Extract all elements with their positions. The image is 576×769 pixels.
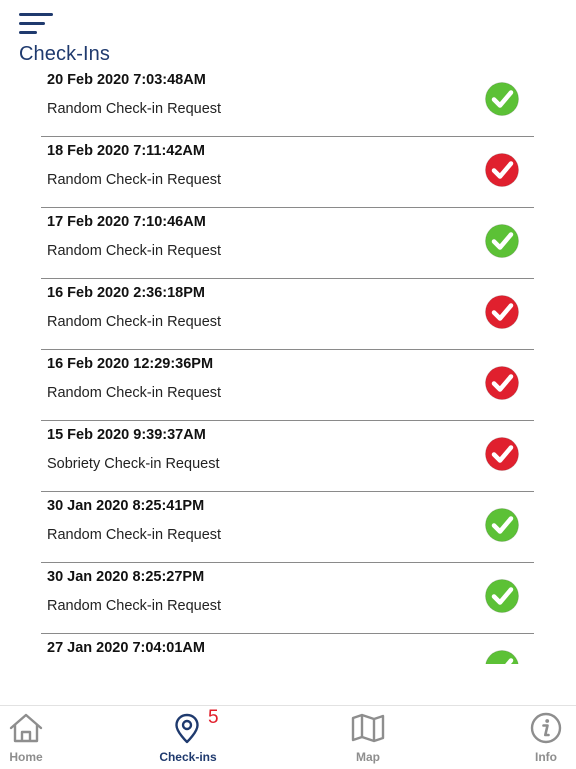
- tab-map[interactable]: Map: [318, 706, 418, 769]
- tab-check-ins-label: Check-ins: [159, 750, 217, 764]
- home-icon: [9, 713, 43, 743]
- checkin-datetime: 20 Feb 2020 7:03:48AM: [47, 72, 206, 88]
- checkin-row[interactable]: 27 Jan 2020 7:04:01AM: [41, 634, 534, 664]
- tab-info[interactable]: Info: [496, 706, 576, 769]
- tab-bar: Home Check-ins 5 Map Info: [0, 705, 576, 769]
- checkin-type: Random Check-in Request: [47, 527, 222, 543]
- checkin-list[interactable]: 20 Feb 2020 7:03:48AM Random Check-in Req…: [0, 66, 576, 664]
- tab-info-label: Info: [535, 750, 557, 764]
- tab-check-ins[interactable]: Check-ins: [138, 706, 238, 769]
- map-pin-icon: [175, 713, 199, 744]
- failed-check-icon: [484, 365, 520, 401]
- failed-check-icon: [484, 294, 520, 330]
- menu-button[interactable]: [19, 10, 55, 36]
- map-icon: [351, 713, 385, 743]
- failed-check-icon: [484, 436, 520, 472]
- info-icon: [530, 712, 562, 744]
- checkin-datetime: 16 Feb 2020 12:29:36PM: [47, 356, 214, 372]
- checkin-row[interactable]: 17 Feb 2020 7:10:46AM Random Check-in Req…: [41, 208, 534, 279]
- success-check-icon: [484, 578, 520, 614]
- checkin-type: Random Check-in Request: [47, 172, 222, 188]
- checkin-type: Random Check-in Request: [47, 101, 222, 117]
- page-title: Check-Ins: [19, 43, 110, 65]
- checkin-type: Random Check-in Request: [47, 385, 222, 401]
- check-ins-badge: 5: [208, 707, 219, 728]
- checkin-datetime: 17 Feb 2020 7:10:46AM: [47, 214, 206, 230]
- checkin-row[interactable]: 18 Feb 2020 7:11:42AM Random Check-in Req…: [41, 137, 534, 208]
- success-check-icon: [484, 649, 520, 664]
- checkin-type: Random Check-in Request: [47, 243, 222, 259]
- checkin-row[interactable]: 20 Feb 2020 7:03:48AM Random Check-in Req…: [41, 66, 534, 137]
- checkin-datetime: 15 Feb 2020 9:39:37AM: [47, 427, 206, 443]
- checkin-row[interactable]: 30 Jan 2020 8:25:27PM Random Check-in Req…: [41, 563, 534, 634]
- checkin-row[interactable]: 16 Feb 2020 2:36:18PM Random Check-in Req…: [41, 279, 534, 350]
- failed-check-icon: [484, 152, 520, 188]
- success-check-icon: [484, 81, 520, 117]
- checkin-row[interactable]: 15 Feb 2020 9:39:37AM Sobriety Check-in R…: [41, 421, 534, 492]
- success-check-icon: [484, 223, 520, 259]
- checkin-type: Sobriety Check-in Request: [47, 456, 220, 472]
- tab-map-label: Map: [356, 750, 380, 764]
- checkin-datetime: 18 Feb 2020 7:11:42AM: [47, 143, 205, 159]
- checkin-datetime: 30 Jan 2020 8:25:27PM: [47, 569, 205, 585]
- menu-icon: [19, 13, 53, 16]
- tab-home[interactable]: Home: [0, 706, 76, 769]
- header: Check-Ins: [0, 0, 576, 66]
- success-check-icon: [484, 507, 520, 543]
- checkin-datetime: 30 Jan 2020 8:25:41PM: [47, 498, 205, 514]
- checkin-row[interactable]: 16 Feb 2020 12:29:36PM Random Check-in Re…: [41, 350, 534, 421]
- checkin-type: Random Check-in Request: [47, 314, 222, 330]
- checkin-type: Random Check-in Request: [47, 598, 222, 614]
- checkin-datetime: 16 Feb 2020 2:36:18PM: [47, 285, 205, 301]
- tab-home-label: Home: [9, 750, 43, 764]
- checkin-datetime: 27 Jan 2020 7:04:01AM: [47, 640, 205, 656]
- checkin-row[interactable]: 30 Jan 2020 8:25:41PM Random Check-in Req…: [41, 492, 534, 563]
